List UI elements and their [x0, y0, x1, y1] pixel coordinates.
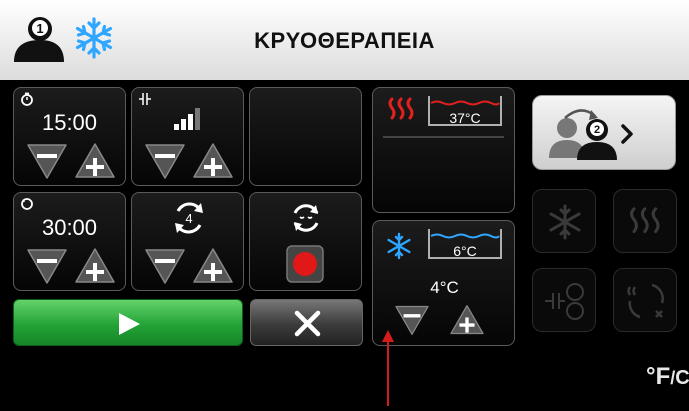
alternating-cycle-icon — [627, 283, 664, 319]
pause-time-tile: 30:00 — [13, 192, 126, 291]
cold-bath-panel: 6°C 4°C — [372, 220, 515, 346]
cold-bath-temperature: 6°C — [453, 243, 477, 259]
switch-user-button[interactable]: 2 — [532, 95, 676, 170]
intensity-level-bars — [174, 106, 206, 135]
repeat-cycles-icon: 4 — [170, 199, 208, 242]
switch-user-number: 2 — [594, 124, 600, 136]
sleep-cycle-icon — [289, 201, 323, 240]
cold-setpoint-minus-button[interactable] — [394, 304, 430, 336]
therapy-time-value: 15:00 — [41, 110, 98, 135]
snowflake-icon — [549, 204, 581, 240]
contrast-mode-button[interactable] — [532, 268, 596, 332]
fahrenheit-label: °F — [646, 363, 671, 390]
contrast-therapy-icon — [545, 283, 584, 320]
pointer-arrow — [381, 330, 395, 411]
heat-mode-button[interactable] — [613, 189, 677, 253]
pause-time-minus-button[interactable] — [26, 247, 68, 285]
alternating-mode-button[interactable] — [613, 268, 677, 332]
therapy-time-plus-button[interactable] — [74, 142, 116, 180]
hot-bath-panel: 37°C — [372, 87, 515, 213]
hot-bath-temperature: 37°C — [449, 110, 481, 126]
header-bar: 1 ΚΡΥΟΘΕΡΑΠΕΙΑ — [0, 0, 689, 80]
cancel-button[interactable] — [250, 299, 363, 346]
timer-icon — [20, 92, 34, 111]
switch-user-icon: 2 — [549, 109, 633, 160]
snowflake-icon — [385, 232, 413, 265]
heat-waves-icon — [387, 96, 417, 129]
intensity-tile — [131, 87, 244, 186]
heat-waves-icon — [630, 207, 660, 234]
divider — [383, 136, 504, 138]
cycle-timer-icon — [20, 197, 34, 216]
record-tile — [249, 192, 362, 291]
cycles-tile: 4 — [131, 192, 244, 291]
cold-setpoint-plus-button[interactable] — [449, 304, 485, 336]
page-title: ΚΡΥΟΘΕΡΑΠΕΙΑ — [254, 28, 435, 53]
start-button[interactable] — [13, 299, 243, 346]
empty-tile — [249, 87, 362, 186]
cold-bath-setpoint: 4°C — [430, 278, 459, 297]
units-toggle[interactable]: °F/C — [646, 363, 689, 391]
cycles-value: 4 — [185, 211, 192, 226]
compression-icon — [138, 92, 152, 111]
therapy-time-minus-button[interactable] — [26, 142, 68, 180]
cold-mode-button[interactable] — [532, 189, 596, 253]
cycles-minus-button[interactable] — [144, 247, 186, 285]
therapy-time-tile: 15:00 — [13, 87, 126, 186]
celsius-label: C — [675, 367, 689, 389]
cycles-plus-button[interactable] — [192, 247, 234, 285]
record-button[interactable] — [286, 245, 324, 288]
pause-time-plus-button[interactable] — [74, 247, 116, 285]
play-icon — [119, 313, 140, 335]
intensity-plus-button[interactable] — [192, 142, 234, 180]
close-icon — [294, 310, 321, 337]
pause-time-value: 30:00 — [41, 215, 98, 240]
intensity-minus-button[interactable] — [144, 142, 186, 180]
